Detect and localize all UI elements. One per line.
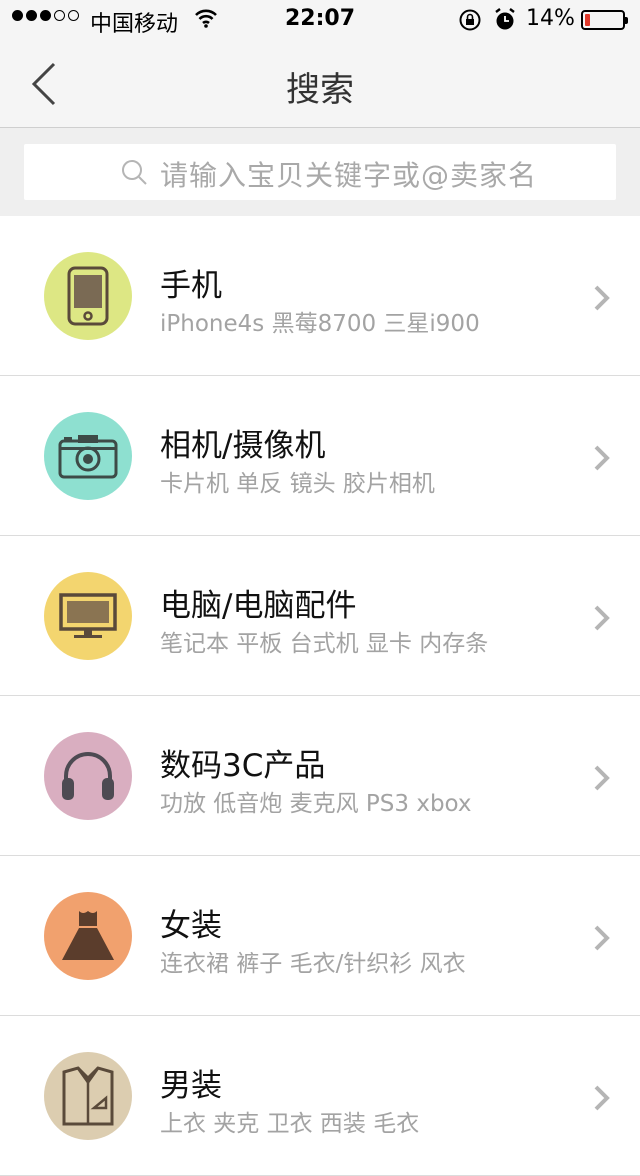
search-area: 请输入宝贝关键字或@卖家名 <box>0 128 640 216</box>
category-subtitle: 上衣 夹克 卫衣 西装 毛衣 <box>160 1111 420 1137</box>
battery-percent: 14% <box>526 6 575 31</box>
chevron-right-icon <box>592 1084 612 1116</box>
chevron-right-icon <box>592 764 612 796</box>
search-placeholder: 请输入宝贝关键字或@卖家名 <box>160 159 538 192</box>
category-subtitle: 连衣裙 裤子 毛衣/针织衫 风衣 <box>160 951 466 977</box>
category-row-mens[interactable]: 男装 上衣 夹克 卫衣 西装 毛衣 <box>0 1016 640 1176</box>
phone-icon <box>44 252 132 340</box>
page-title: 搜索 <box>286 70 354 110</box>
category-title: 女装 <box>160 908 222 944</box>
chevron-right-icon <box>592 284 612 316</box>
navigation-bar: 搜索 <box>0 40 640 128</box>
battery-icon <box>581 10 628 30</box>
battery-level <box>585 14 590 26</box>
category-row-digital[interactable]: 数码3C产品 功放 低音炮 麦克风 PS3 xbox <box>0 696 640 856</box>
status-bar: 中国移动 22:07 14% <box>0 0 640 40</box>
battery-nub <box>625 17 628 24</box>
category-subtitle: iPhone4s 黑莓8700 三星i900 <box>160 311 480 337</box>
category-subtitle: 卡片机 单反 镜头 胶片相机 <box>160 471 435 497</box>
category-title: 男装 <box>160 1068 222 1104</box>
shirt-icon <box>44 1052 132 1140</box>
category-row-computer[interactable]: 电脑/电脑配件 笔记本 平板 台式机 显卡 内存条 <box>0 536 640 696</box>
alarm-icon <box>494 8 516 38</box>
category-title: 手机 <box>160 268 222 304</box>
category-title: 相机/摄像机 <box>160 428 326 464</box>
category-title: 数码3C产品 <box>160 748 326 784</box>
chevron-right-icon <box>592 604 612 636</box>
camera-icon <box>44 412 132 500</box>
headphones-icon <box>44 732 132 820</box>
category-row-phone[interactable]: 手机 iPhone4s 黑莓8700 三星i900 <box>0 216 640 376</box>
chevron-right-icon <box>592 924 612 956</box>
rotation-lock-icon <box>458 8 482 38</box>
dress-icon <box>44 892 132 980</box>
category-subtitle: 笔记本 平板 台式机 显卡 内存条 <box>160 631 489 657</box>
search-input[interactable]: 请输入宝贝关键字或@卖家名 <box>24 144 616 200</box>
category-row-womens[interactable]: 女装 连衣裙 裤子 毛衣/针织衫 风衣 <box>0 856 640 1016</box>
category-row-camera[interactable]: 相机/摄像机 卡片机 单反 镜头 胶片相机 <box>0 376 640 536</box>
monitor-icon <box>44 572 132 660</box>
category-title: 电脑/电脑配件 <box>160 588 357 624</box>
category-list: 手机 iPhone4s 黑莓8700 三星i900 相机/摄像机 卡片机 单反 … <box>0 216 640 1176</box>
search-icon <box>120 158 148 190</box>
category-subtitle: 功放 低音炮 麦克风 PS3 xbox <box>160 791 472 817</box>
chevron-right-icon <box>592 444 612 476</box>
